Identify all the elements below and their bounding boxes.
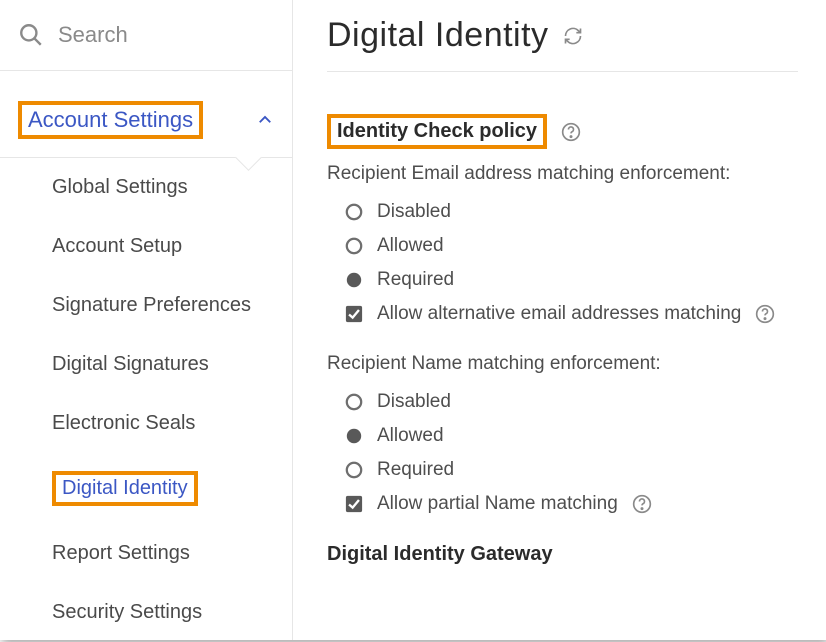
radio-unselected-icon (345, 237, 363, 255)
digital-identity-gateway-heading: Digital Identity Gateway (327, 543, 798, 566)
identity-check-policy-heading-row: Identity Check policy (327, 114, 798, 149)
option-label: Allowed (377, 425, 444, 447)
section-heading: Identity Check policy (337, 120, 537, 142)
account-settings-highlight: Account Settings (18, 101, 203, 139)
refresh-icon[interactable] (563, 26, 583, 46)
sidebar-item-label: Account Setup (52, 235, 182, 257)
sidebar: Search Account Settings Global Settings … (0, 0, 293, 640)
sidebar-item-label: Electronic Seals (52, 412, 195, 434)
sidebar-item-label: Digital Signatures (52, 353, 209, 375)
radio-name-disabled[interactable]: Disabled (327, 385, 798, 419)
sidebar-item-report-settings[interactable]: Report Settings (0, 524, 292, 583)
section-label: Account Settings (28, 107, 193, 132)
radio-selected-icon (345, 427, 363, 445)
page-title-row: Digital Identity (327, 16, 798, 72)
option-label: Required (377, 459, 454, 481)
sidebar-item-digital-identity[interactable]: Digital Identity (0, 453, 292, 524)
sidebar-item-digital-signatures[interactable]: Digital Signatures (0, 335, 292, 394)
sidebar-item-label: Signature Preferences (52, 294, 251, 316)
option-label: Disabled (377, 201, 451, 223)
chevron-up-icon (256, 111, 274, 129)
radio-unselected-icon (345, 461, 363, 479)
checkbox-checked-icon (345, 305, 363, 323)
search-placeholder: Search (58, 22, 128, 48)
checkbox-allow-partial-name[interactable]: Allow partial Name matching (327, 487, 798, 521)
option-label: Required (377, 269, 454, 291)
sidebar-item-electronic-seals[interactable]: Electronic Seals (0, 394, 292, 453)
field-label: Recipient Email address matching enforce… (327, 163, 798, 185)
checkbox-allow-alt-email[interactable]: Allow alternative email addresses matchi… (327, 297, 798, 331)
identity-check-policy-highlight: Identity Check policy (327, 114, 547, 149)
radio-name-required[interactable]: Required (327, 453, 798, 487)
option-label: Allowed (377, 235, 444, 257)
checkbox-label: Allow partial Name matching (377, 493, 618, 515)
search-input[interactable]: Search (0, 0, 292, 71)
option-label: Disabled (377, 391, 451, 413)
help-icon[interactable] (755, 304, 775, 324)
sidebar-section-account-settings[interactable]: Account Settings (0, 71, 292, 158)
app-frame: Search Account Settings Global Settings … (0, 0, 826, 640)
radio-email-allowed[interactable]: Allowed (327, 229, 798, 263)
sidebar-item-label: Digital Identity (62, 477, 188, 499)
checkbox-checked-icon (345, 495, 363, 513)
radio-unselected-icon (345, 203, 363, 221)
field-label: Recipient Name matching enforcement: (327, 353, 798, 375)
radio-email-required[interactable]: Required (327, 263, 798, 297)
name-matching-block: Recipient Name matching enforcement: Dis… (327, 353, 798, 521)
help-icon[interactable] (561, 122, 581, 142)
help-icon[interactable] (632, 494, 652, 514)
radio-selected-icon (345, 271, 363, 289)
main-content: Digital Identity Identity Check policy R… (293, 0, 826, 640)
radio-email-disabled[interactable]: Disabled (327, 195, 798, 229)
sidebar-item-security-settings[interactable]: Security Settings (0, 583, 292, 642)
email-matching-block: Recipient Email address matching enforce… (327, 163, 798, 331)
sidebar-item-account-setup[interactable]: Account Setup (0, 217, 292, 276)
sidebar-item-label: Global Settings (52, 176, 188, 198)
checkbox-label: Allow alternative email addresses matchi… (377, 303, 741, 325)
sidebar-item-signature-preferences[interactable]: Signature Preferences (0, 276, 292, 335)
sidebar-item-label: Report Settings (52, 542, 190, 564)
digital-identity-highlight: Digital Identity (52, 471, 198, 506)
search-icon (18, 22, 44, 48)
radio-name-allowed[interactable]: Allowed (327, 419, 798, 453)
sidebar-item-label: Security Settings (52, 601, 202, 623)
page-title: Digital Identity (327, 16, 549, 55)
radio-unselected-icon (345, 393, 363, 411)
